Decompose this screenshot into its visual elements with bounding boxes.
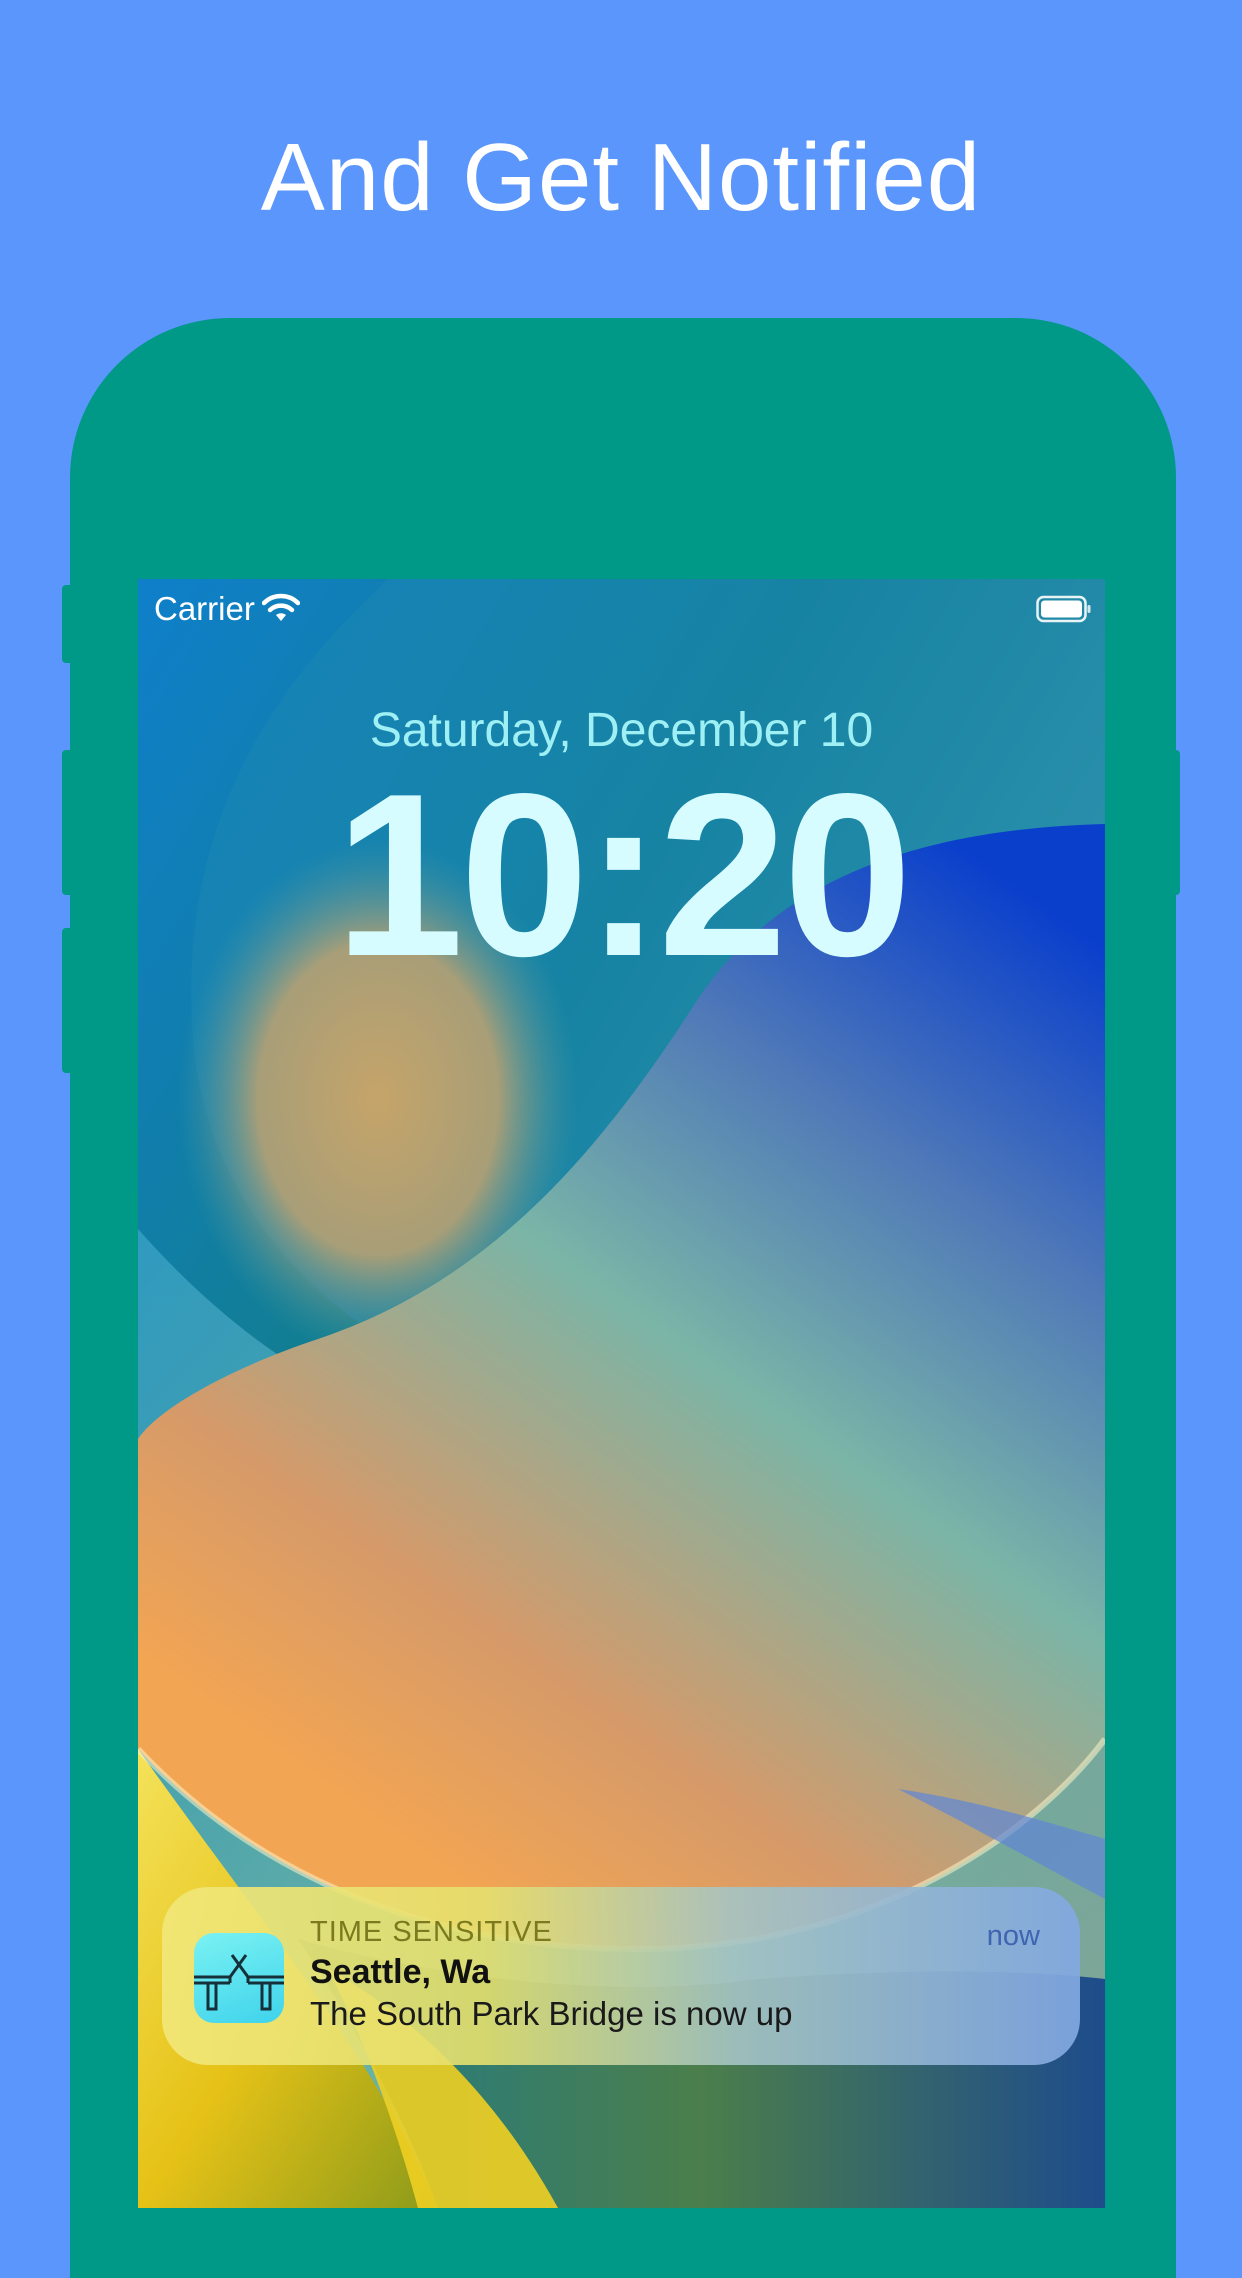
notification-time: now: [986, 1920, 1040, 1952]
status-bar: Carrier: [138, 579, 1105, 639]
power-button: [1170, 750, 1180, 895]
wifi-icon: [261, 593, 301, 628]
notification-title: Seattle, Wa: [310, 1953, 491, 1991]
volume-up-button: [62, 750, 72, 895]
lock-screen[interactable]: Carrier Saturday, December 10 10:20 TIME…: [138, 579, 1105, 2208]
page-headline: And Get Notified: [260, 124, 982, 231]
bridge-icon: [194, 1933, 284, 2023]
battery-full-icon: [1036, 595, 1092, 628]
lock-clock: 10:20: [334, 746, 912, 1005]
notification-banner[interactable]: TIME SENSITIVE now Seattle, Wa The South…: [162, 1887, 1080, 2065]
carrier-label: Carrier: [154, 590, 255, 627]
notification-body: The South Park Bridge is now up: [310, 1995, 793, 2032]
notification-category: TIME SENSITIVE: [310, 1916, 553, 1948]
volume-down-button: [62, 928, 72, 1073]
silent-switch: [62, 585, 72, 663]
